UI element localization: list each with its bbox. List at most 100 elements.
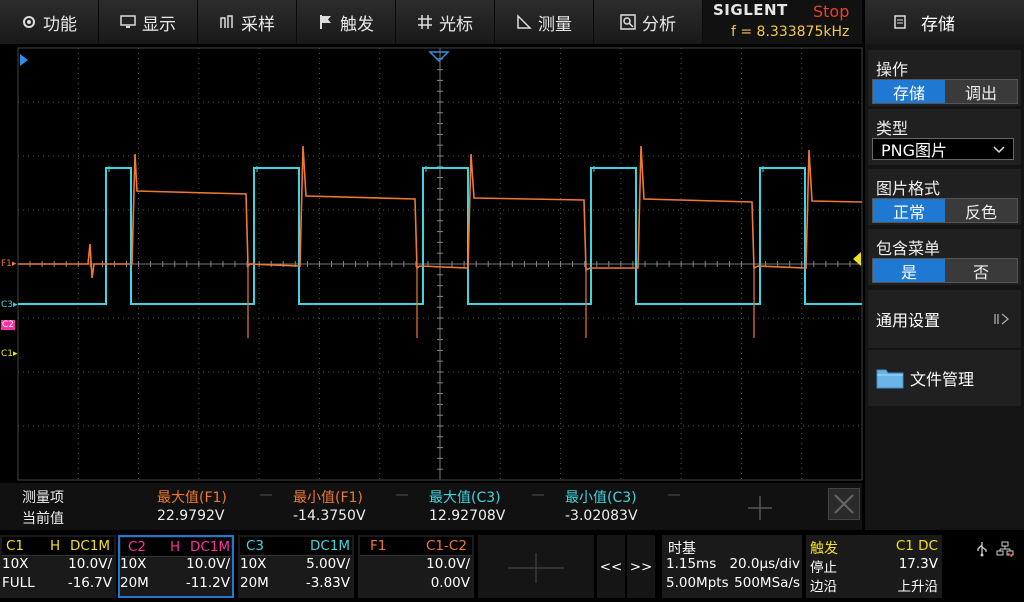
- measure-divider: [396, 494, 408, 496]
- flag-icon: [320, 15, 331, 29]
- f1-scale: 10.0V/: [426, 556, 470, 572]
- channel-c3-box[interactable]: C3 DC1M 10X 5.00V/ 20M -3.83V: [238, 535, 354, 598]
- page-prev-button[interactable]: <<: [597, 535, 625, 598]
- brand-logo: SIGLENT: [713, 1, 788, 19]
- c2-scale: 10.0V/: [186, 556, 230, 572]
- f1-marker[interactable]: F1▸: [1, 259, 16, 269]
- include-menu-yes-option[interactable]: 是: [873, 259, 945, 282]
- type-select[interactable]: PNG图片: [872, 138, 1014, 160]
- measure-row-label: 当前值: [22, 511, 64, 527]
- c2-bandwidth: 20M: [120, 575, 149, 591]
- memory-depth: 5.00Mpts: [666, 575, 729, 591]
- side-menu: 存储 操作 存储 调出 类型 PNG图片 图片格式 正常 反色 包含菜单 是 否…: [865, 0, 1024, 530]
- menu-analyze[interactable]: 分析: [594, 0, 703, 44]
- timebase-box[interactable]: 时基 1.15ms 20.0μs/div 5.00Mpts 500MSa/s: [662, 535, 802, 598]
- measure-divider: [260, 494, 272, 496]
- folder-icon: [876, 369, 904, 389]
- c2-marker[interactable]: C2: [1, 320, 16, 330]
- type-value: PNG图片: [881, 141, 948, 160]
- file-manager-button[interactable]: 文件管理: [868, 350, 1021, 406]
- trigger-level: 17.3V: [898, 556, 938, 572]
- format-normal-option[interactable]: 正常: [873, 199, 945, 222]
- f1-offset: 0.00V: [430, 575, 470, 591]
- c3-name: C3: [246, 538, 265, 554]
- c3-scale: 5.00V/: [306, 556, 350, 572]
- f1-expression: C1-C2: [426, 538, 467, 554]
- menu-function[interactable]: 功能: [0, 0, 99, 44]
- network-icon: [996, 541, 1014, 557]
- c3-marker[interactable]: C3▸: [1, 300, 18, 310]
- include-menu-no-option[interactable]: 否: [945, 259, 1017, 282]
- format-section: 图片格式 正常 反色: [868, 169, 1021, 225]
- menu-acquire-label: 采样: [241, 14, 275, 35]
- c2-offset: -11.2V: [185, 575, 230, 591]
- c2-mode: H: [170, 539, 181, 555]
- menu-display[interactable]: 显示: [99, 0, 198, 44]
- timebase-label: 时基: [668, 541, 696, 557]
- menu-display-label: 显示: [142, 14, 176, 35]
- format-toggle: 正常 反色: [872, 198, 1018, 223]
- trigger-type: 边沿: [810, 579, 837, 595]
- measure-divider: [532, 494, 544, 496]
- measure-name[interactable]: 最小值(F1): [293, 487, 363, 507]
- format-invert-option[interactable]: 反色: [945, 199, 1017, 222]
- math-f1-box[interactable]: F1 C1-C2 10.0V/ 0.00V: [358, 535, 474, 598]
- analyze-icon: [620, 14, 636, 30]
- operation-recall-option[interactable]: 调出: [945, 80, 1017, 103]
- menu-measure[interactable]: 测量: [495, 0, 594, 44]
- trigger-state: 停止: [810, 560, 837, 576]
- sample-rate: 500MSa/s: [734, 575, 800, 591]
- channel-c2-box[interactable]: C2 H DC1M 10X 10.0V/ 20M -11.2V: [118, 535, 234, 598]
- trigger-source: C1 DC: [895, 538, 938, 554]
- cursor-icon: [418, 15, 432, 29]
- measure-name[interactable]: 最小值(C3): [565, 487, 637, 507]
- submenu-arrow-icon: [994, 313, 1010, 325]
- c1-offset: -16.7V: [67, 575, 112, 591]
- timebase-scale: 20.0μs/div: [729, 556, 800, 572]
- close-icon: [834, 494, 854, 514]
- side-menu-header: 存储: [865, 0, 1024, 44]
- c1-coupling: DC1M: [70, 538, 111, 554]
- measure-name[interactable]: 最大值(C3): [429, 487, 501, 507]
- menu-trigger[interactable]: 触发: [297, 0, 396, 44]
- c1-marker[interactable]: C1▸: [1, 349, 18, 359]
- side-menu-title: 存储: [921, 14, 955, 35]
- trigger-box[interactable]: 触发 C1 DC 停止 17.3V 边沿 上升沿: [806, 535, 942, 598]
- file-manager-label: 文件管理: [910, 370, 975, 389]
- measure-value: 22.9792V: [157, 508, 225, 524]
- c1-probe: 10X: [2, 556, 29, 572]
- c1-scale: 10.0V/: [68, 556, 112, 572]
- channel-c1-box[interactable]: C1 H DC1M 10X 10.0V/ FULL -16.7V: [0, 535, 116, 598]
- menu-trigger-label: 触发: [340, 14, 374, 35]
- operation-label: 操作: [876, 60, 909, 79]
- measure-icon: [517, 14, 532, 29]
- storage-icon: [894, 15, 906, 29]
- f1-name: F1: [370, 538, 387, 554]
- general-settings-label: 通用设置: [876, 311, 941, 330]
- include-menu-toggle: 是 否: [872, 258, 1018, 283]
- page-next-label: >>: [629, 558, 653, 575]
- c3-offset: -3.83V: [305, 575, 350, 591]
- menu-acquire[interactable]: 采样: [198, 0, 297, 44]
- bottom-status-bar: C1 H DC1M 10X 10.0V/ FULL -16.7V C2 H DC…: [0, 535, 1024, 600]
- operation-save-option[interactable]: 存储: [873, 80, 945, 103]
- c3-probe: 10X: [240, 556, 267, 572]
- include-menu-section: 包含菜单 是 否: [868, 229, 1021, 285]
- trigger-slope: 上升沿: [897, 579, 939, 595]
- monitor-icon: [120, 15, 136, 28]
- add-measure-icon[interactable]: [747, 495, 773, 521]
- measure-name[interactable]: 最大值(F1): [157, 487, 227, 507]
- page-next-button[interactable]: >>: [627, 535, 655, 598]
- frequency-readout: f = 8.333875kHz: [731, 24, 850, 40]
- measure-divider: [668, 494, 680, 496]
- menu-measure-label: 测量: [538, 14, 572, 35]
- menu-cursor[interactable]: 光标: [396, 0, 495, 44]
- chevron-down-icon: [993, 146, 1005, 154]
- general-settings-button[interactable]: 通用设置: [868, 290, 1021, 348]
- menu-analyze-label: 分析: [642, 14, 676, 35]
- run-state[interactable]: Stop: [813, 2, 849, 21]
- c1-bandwidth: FULL: [2, 575, 35, 591]
- waveform-screen[interactable]: [0, 46, 864, 482]
- close-measure-button[interactable]: [828, 488, 860, 520]
- add-channel-button[interactable]: [478, 535, 594, 598]
